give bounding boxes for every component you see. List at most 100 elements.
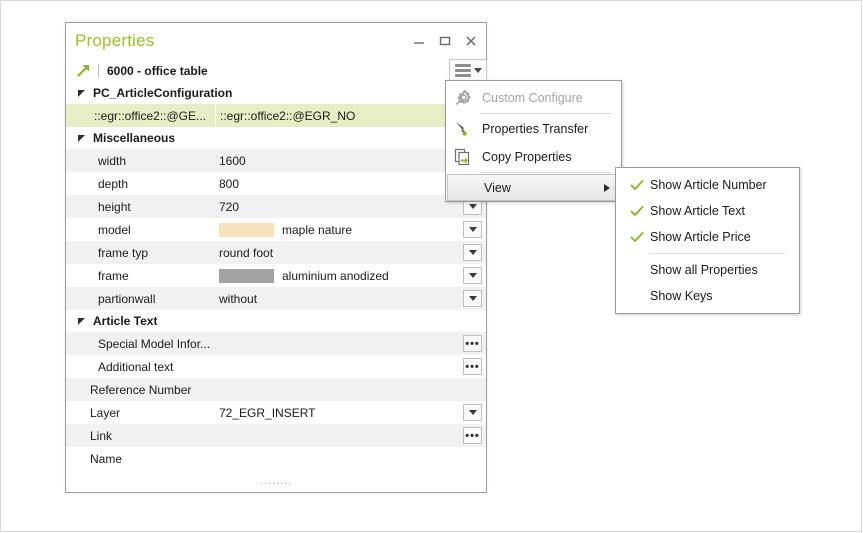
check-icon (624, 179, 650, 191)
property-value[interactable] (215, 424, 486, 447)
submenu-item-show-article-number[interactable]: Show Article Number (616, 172, 799, 198)
dropdown-button[interactable] (463, 267, 482, 284)
color-swatch-maple (219, 222, 274, 237)
property-value[interactable] (215, 447, 486, 470)
properties-menu-button[interactable] (449, 59, 487, 82)
menu-item-label: View (484, 180, 511, 195)
menu-item-label: Properties Transfer (482, 122, 589, 136)
table-row[interactable]: Layer 72_EGR_INSERT (66, 401, 486, 424)
article-label: 6000 - office table (107, 63, 208, 78)
table-row[interactable]: depth 800 (66, 172, 486, 195)
menu-item-label: Custom Configure (482, 91, 583, 105)
submenu-separator (650, 253, 785, 254)
menu-separator (480, 172, 611, 173)
table-row[interactable]: Additional text ••• (66, 355, 486, 378)
table-row[interactable]: partionwall without (66, 287, 486, 310)
chevron-down-icon (468, 410, 477, 415)
property-name: Name (90, 451, 123, 466)
maximize-icon[interactable] (438, 34, 452, 48)
property-name: Special Model Infor... (98, 336, 211, 351)
group-row-miscellaneous[interactable]: Miscellaneous (66, 127, 486, 149)
menu-item-custom-configure[interactable]: Custom Configure (446, 84, 621, 112)
page-background: Properties 6000 - office table PC_Articl… (0, 0, 862, 532)
property-name: Additional text (98, 359, 174, 374)
dropdown-button[interactable] (463, 290, 482, 307)
chevron-down-icon (468, 204, 477, 209)
property-value[interactable] (215, 378, 486, 401)
property-name: frame typ (98, 245, 149, 260)
table-row[interactable]: model maple nature (66, 218, 486, 241)
property-name: Layer (90, 405, 121, 420)
menu-item-copy-properties[interactable]: Copy Properties (446, 143, 621, 171)
menu-separator (480, 113, 611, 114)
page-title: Properties (75, 31, 155, 50)
hamburger-icon (454, 64, 471, 77)
property-name: depth (98, 176, 129, 191)
property-value-with-swatch[interactable]: aluminium anodized (215, 264, 486, 287)
color-swatch-aluminium (219, 268, 274, 283)
group-label: Article Text (93, 314, 158, 328)
chevron-down-icon (468, 273, 477, 278)
table-row[interactable]: height 720 (66, 195, 486, 218)
minimize-icon[interactable] (412, 34, 426, 48)
expander-icon[interactable] (78, 89, 87, 98)
ellipsis-icon: ••• (465, 337, 480, 350)
group-label: Miscellaneous (93, 131, 176, 145)
dropdown-button[interactable] (463, 221, 482, 238)
property-value[interactable] (215, 355, 486, 378)
expander-icon[interactable] (78, 317, 87, 326)
submenu-item-show-article-text[interactable]: Show Article Text (616, 198, 799, 224)
property-name: width (98, 153, 127, 168)
submenu-item-show-article-price[interactable]: Show Article Price (616, 224, 799, 250)
property-value[interactable] (215, 332, 486, 355)
close-icon[interactable] (464, 34, 478, 48)
chevron-down-icon (468, 227, 477, 232)
dropdown-button[interactable] (463, 244, 482, 261)
menu-item-view[interactable]: View (447, 174, 620, 201)
table-row[interactable]: Special Model Infor... ••• (66, 332, 486, 355)
green-arrow-icon (75, 63, 92, 79)
header-divider (98, 64, 99, 77)
resize-grip[interactable]: ........ (66, 476, 486, 487)
property-name: partionwall (98, 291, 156, 306)
property-name: model (98, 222, 131, 237)
property-value-with-swatch[interactable]: maple nature (215, 218, 486, 241)
group-label: PC_ArticleConfiguration (93, 86, 233, 100)
ellipsis-button[interactable]: ••• (463, 427, 482, 444)
check-icon (624, 231, 650, 243)
table-row[interactable]: frame aluminium anodized (66, 264, 486, 287)
property-name: ::egr::office2::@GE... (94, 108, 207, 123)
properties-grid[interactable]: PC_ArticleConfiguration ::egr::office2::… (66, 82, 486, 492)
property-name: Link (90, 428, 113, 443)
table-row[interactable]: width 1600 (66, 149, 486, 172)
property-name: frame (98, 268, 129, 283)
table-row[interactable]: frame typ round foot (66, 241, 486, 264)
table-row[interactable]: ::egr::office2::@GE... ::egr::office2::@… (66, 104, 486, 127)
menu-item-label: Copy Properties (482, 150, 572, 164)
expander-icon[interactable] (78, 134, 87, 143)
brush-icon (452, 119, 474, 139)
submenu-item-label: Show Article Price (650, 230, 751, 244)
property-value[interactable]: 72_EGR_INSERT (215, 401, 486, 424)
ellipsis-button[interactable]: ••• (463, 358, 482, 375)
group-row-pc-articleconfiguration[interactable]: PC_ArticleConfiguration (66, 82, 486, 104)
gear-icon (452, 88, 474, 108)
chevron-right-icon (604, 183, 610, 192)
table-row[interactable]: Reference Number (66, 378, 486, 401)
property-value[interactable]: without (215, 287, 486, 310)
dropdown-button[interactable] (463, 404, 482, 421)
table-row[interactable]: Link ••• (66, 424, 486, 447)
menu-item-properties-transfer[interactable]: Properties Transfer (446, 115, 621, 143)
no-icon (454, 178, 476, 198)
property-name: height (98, 199, 131, 214)
ellipsis-icon: ••• (465, 429, 480, 442)
property-value[interactable]: round foot (215, 241, 486, 264)
copy-icon (452, 147, 474, 167)
property-name: Reference Number (90, 382, 192, 397)
submenu-item-show-keys[interactable]: Show Keys (616, 283, 799, 309)
submenu-item-show-all-properties[interactable]: Show all Properties (616, 257, 799, 283)
window-titlebar: Properties (66, 23, 486, 59)
ellipsis-button[interactable]: ••• (463, 335, 482, 352)
table-row[interactable]: Name (66, 447, 486, 470)
group-row-article-text[interactable]: Article Text (66, 310, 486, 332)
